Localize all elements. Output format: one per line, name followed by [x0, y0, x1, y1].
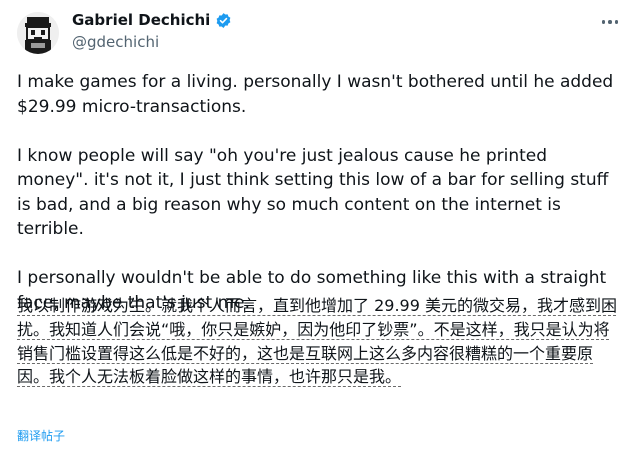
avatar[interactable]	[17, 12, 59, 54]
pixel-art-avatar-icon	[17, 12, 59, 54]
author-handle[interactable]: @gdechichi	[72, 32, 159, 52]
more-options-button[interactable]	[596, 12, 624, 32]
tweet-text: I make games for a living. personally I …	[17, 72, 614, 313]
more-options-icon	[601, 20, 619, 24]
translated-text: 我以制作游戏为生。就我个人而言，直到他增加了 29.99 美元的微交易，我才感到…	[17, 296, 617, 387]
verified-badge-icon	[216, 12, 231, 28]
author-name[interactable]: Gabriel Dechichi	[72, 10, 210, 30]
translate-post-link[interactable]: 翻译帖子	[17, 427, 65, 445]
